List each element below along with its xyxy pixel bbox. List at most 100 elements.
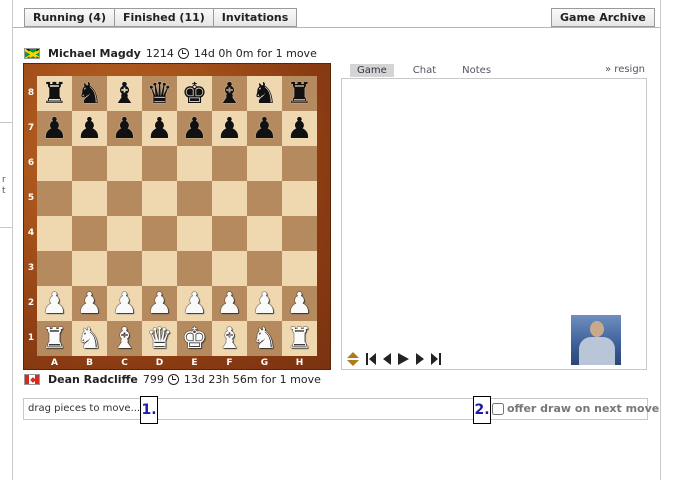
- square-e7[interactable]: ♟: [177, 111, 212, 146]
- square-c4[interactable]: [107, 216, 142, 251]
- square-d2[interactable]: ♟: [142, 286, 177, 321]
- black-bishop-icon[interactable]: ♝: [112, 79, 138, 108]
- tab-game[interactable]: Game: [350, 64, 394, 77]
- square-e1[interactable]: ♚: [177, 321, 212, 356]
- square-a3[interactable]: [37, 251, 72, 286]
- square-h3[interactable]: [282, 251, 317, 286]
- resign-link[interactable]: » resign: [605, 64, 645, 75]
- square-b7[interactable]: ♟: [72, 111, 107, 146]
- square-e3[interactable]: [177, 251, 212, 286]
- first-move-icon[interactable]: [366, 353, 376, 365]
- black-knight-icon[interactable]: ♞: [77, 79, 103, 108]
- square-g6[interactable]: [247, 146, 282, 181]
- square-a4[interactable]: [37, 216, 72, 251]
- square-g3[interactable]: [247, 251, 282, 286]
- white-pawn-icon[interactable]: ♟: [182, 289, 208, 318]
- square-a6[interactable]: [37, 146, 72, 181]
- square-h2[interactable]: ♟: [282, 286, 317, 321]
- black-knight-icon[interactable]: ♞: [252, 79, 278, 108]
- square-g4[interactable]: [247, 216, 282, 251]
- black-pawn-icon[interactable]: ♟: [147, 114, 173, 143]
- black-queen-icon[interactable]: ♛: [147, 79, 173, 108]
- draw-offer-checkbox[interactable]: [492, 402, 504, 415]
- white-queen-icon[interactable]: ♛: [147, 324, 173, 353]
- square-a7[interactable]: ♟: [37, 111, 72, 146]
- square-b5[interactable]: [72, 181, 107, 216]
- white-pawn-icon[interactable]: ♟: [287, 289, 313, 318]
- square-c6[interactable]: [107, 146, 142, 181]
- square-e8[interactable]: ♚: [177, 76, 212, 111]
- square-a5[interactable]: [37, 181, 72, 216]
- square-a2[interactable]: ♟: [37, 286, 72, 321]
- white-rook-icon[interactable]: ♜: [287, 324, 313, 353]
- black-rook-icon[interactable]: ♜: [287, 79, 313, 108]
- white-knight-icon[interactable]: ♞: [252, 324, 278, 353]
- square-f8[interactable]: ♝: [212, 76, 247, 111]
- draw-offer-label[interactable]: offer draw on next move: [507, 402, 659, 415]
- square-g5[interactable]: [247, 181, 282, 216]
- black-pawn-icon[interactable]: ♟: [77, 114, 103, 143]
- square-d7[interactable]: ♟: [142, 111, 177, 146]
- square-c1[interactable]: ♝: [107, 321, 142, 356]
- square-e2[interactable]: ♟: [177, 286, 212, 321]
- tab-running[interactable]: Running (4): [24, 8, 114, 27]
- square-d8[interactable]: ♛: [142, 76, 177, 111]
- square-f7[interactable]: ♟: [212, 111, 247, 146]
- black-king-icon[interactable]: ♚: [182, 79, 208, 108]
- square-h7[interactable]: ♟: [282, 111, 317, 146]
- square-h4[interactable]: [282, 216, 317, 251]
- black-pawn-icon[interactable]: ♟: [42, 114, 68, 143]
- next-move-icon[interactable]: [416, 353, 424, 365]
- square-d3[interactable]: [142, 251, 177, 286]
- tab-chat[interactable]: Chat: [406, 64, 443, 77]
- white-pawn-icon[interactable]: ♟: [217, 289, 243, 318]
- square-f2[interactable]: ♟: [212, 286, 247, 321]
- black-pawn-icon[interactable]: ♟: [252, 114, 278, 143]
- square-f6[interactable]: [212, 146, 247, 181]
- white-pawn-icon[interactable]: ♟: [112, 289, 138, 318]
- black-pawn-icon[interactable]: ♟: [287, 114, 313, 143]
- black-pawn-icon[interactable]: ♟: [217, 114, 243, 143]
- square-g7[interactable]: ♟: [247, 111, 282, 146]
- square-f1[interactable]: ♝: [212, 321, 247, 356]
- tab-finished[interactable]: Finished (11): [113, 8, 213, 27]
- white-pawn-icon[interactable]: ♟: [147, 289, 173, 318]
- white-pawn-icon[interactable]: ♟: [77, 289, 103, 318]
- white-pawn-icon[interactable]: ♟: [252, 289, 278, 318]
- square-b4[interactable]: [72, 216, 107, 251]
- black-rook-icon[interactable]: ♜: [42, 79, 68, 108]
- square-c8[interactable]: ♝: [107, 76, 142, 111]
- square-d1[interactable]: ♛: [142, 321, 177, 356]
- white-pawn-icon[interactable]: ♟: [42, 289, 68, 318]
- black-pawn-icon[interactable]: ♟: [112, 114, 138, 143]
- tab-game-archive[interactable]: Game Archive: [551, 8, 655, 27]
- square-d4[interactable]: [142, 216, 177, 251]
- white-knight-icon[interactable]: ♞: [77, 324, 103, 353]
- square-c7[interactable]: ♟: [107, 111, 142, 146]
- square-c5[interactable]: [107, 181, 142, 216]
- square-d5[interactable]: [142, 181, 177, 216]
- square-g1[interactable]: ♞: [247, 321, 282, 356]
- square-c2[interactable]: ♟: [107, 286, 142, 321]
- square-b2[interactable]: ♟: [72, 286, 107, 321]
- square-h8[interactable]: ♜: [282, 76, 317, 111]
- flip-board-icon[interactable]: [347, 352, 359, 366]
- top-player-name[interactable]: Michael Magdy: [48, 47, 141, 60]
- square-b1[interactable]: ♞: [72, 321, 107, 356]
- square-f5[interactable]: [212, 181, 247, 216]
- square-f4[interactable]: [212, 216, 247, 251]
- square-b3[interactable]: [72, 251, 107, 286]
- square-e6[interactable]: [177, 146, 212, 181]
- square-h5[interactable]: [282, 181, 317, 216]
- white-bishop-icon[interactable]: ♝: [112, 324, 138, 353]
- square-b6[interactable]: [72, 146, 107, 181]
- square-h6[interactable]: [282, 146, 317, 181]
- square-g8[interactable]: ♞: [247, 76, 282, 111]
- black-bishop-icon[interactable]: ♝: [217, 79, 243, 108]
- white-bishop-icon[interactable]: ♝: [217, 324, 243, 353]
- square-e4[interactable]: [177, 216, 212, 251]
- white-rook-icon[interactable]: ♜: [42, 324, 68, 353]
- bottom-player-name[interactable]: Dean Radcliffe: [48, 373, 138, 386]
- white-king-icon[interactable]: ♚: [182, 324, 208, 353]
- previous-move-icon[interactable]: [383, 353, 391, 365]
